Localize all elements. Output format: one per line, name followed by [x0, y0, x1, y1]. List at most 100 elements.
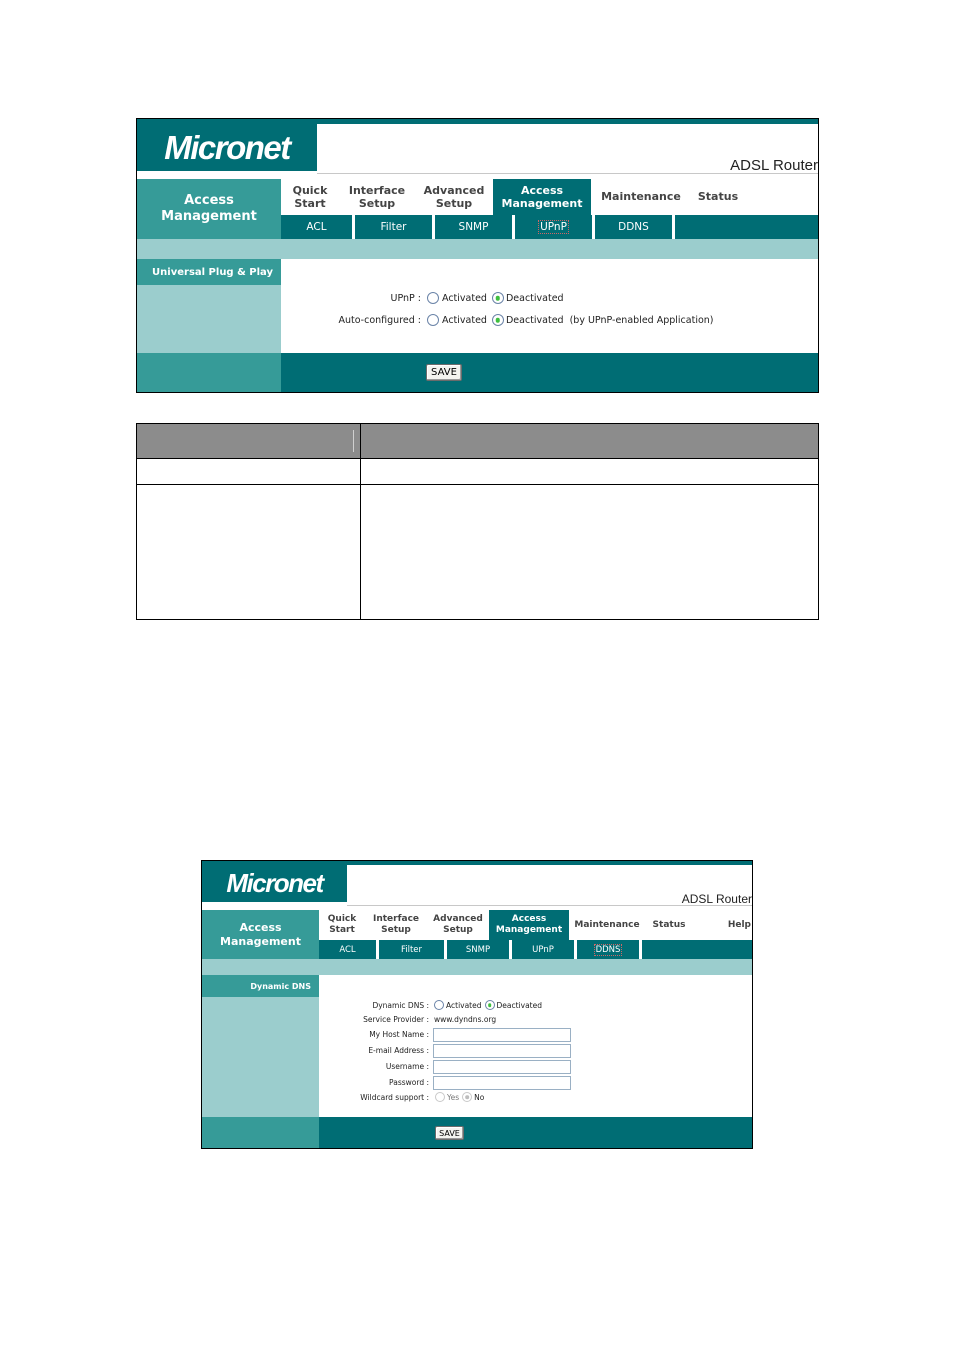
spacer-band — [202, 959, 752, 975]
submenu-upnp[interactable]: UPnP — [515, 215, 595, 239]
header-separator — [353, 430, 354, 452]
upnp-activated-label: Activated — [442, 292, 487, 304]
wildcard-label: Wildcard support : — [360, 1092, 429, 1102]
auto-configured-row: Auto-configured : Activated Deactivated … — [281, 313, 714, 327]
dynamic-dns-row: Dynamic DNS : Activated Deactivated — [319, 999, 542, 1011]
table-row — [136, 484, 819, 620]
menu-maintenance[interactable]: Maintenance — [591, 179, 691, 215]
submenu-snmp[interactable]: SNMP — [435, 215, 515, 239]
table-cell — [136, 458, 361, 485]
host-name-row: My Host Name : — [319, 1027, 571, 1042]
auto-configured-deactivated-label: Deactivated — [505, 314, 564, 326]
micronet-logo: Micronet — [202, 865, 347, 902]
page-label: Universal Plug & Play — [137, 259, 281, 285]
menu-access-management[interactable]: Access Management — [493, 179, 591, 215]
wildcard-yes-label: Yes — [447, 1092, 460, 1102]
auto-configured-label: Auto-configured : — [338, 314, 421, 326]
menu-access-management[interactable]: Access Management — [489, 910, 569, 940]
dynamic-dns-deactivated-radio[interactable] — [484, 1000, 495, 1010]
password-input[interactable] — [433, 1075, 571, 1090]
submenu-filter[interactable]: Filter — [355, 215, 435, 239]
auto-configured-note: (by UPnP-enabled Application) — [569, 314, 714, 326]
left-column — [137, 285, 281, 353]
menu-quick-start[interactable]: Quick Start — [319, 910, 365, 940]
auto-configured-activated-radio[interactable] — [427, 314, 439, 326]
username-row: Username : — [319, 1059, 571, 1074]
wildcard-no-label: No — [474, 1092, 485, 1102]
upnp-label: UPnP : — [390, 292, 422, 304]
service-provider-row: Service Provider : www.dyndns.org — [319, 1013, 496, 1025]
email-row: E-mail Address : — [319, 1043, 571, 1058]
upnp-deactivated-radio[interactable] — [491, 292, 504, 304]
email-label: E-mail Address : — [368, 1046, 429, 1055]
auto-configured-deactivated-radio[interactable] — [491, 314, 504, 326]
service-provider-value: www.dyndns.org — [434, 1014, 497, 1024]
table-cell — [360, 458, 819, 485]
main-menu: Quick Start Interface Setup Advanced Setup … — [319, 910, 751, 940]
table-cell — [136, 484, 361, 620]
table-row — [136, 458, 819, 485]
table-header-cell — [136, 423, 361, 459]
product-name: ADSL Router — [730, 157, 818, 174]
micronet-logo: Micronet — [137, 124, 317, 171]
content-area — [281, 259, 818, 353]
product-name: ADSL Router — [681, 892, 752, 906]
password-row: Password : — [319, 1075, 571, 1090]
left-column — [202, 997, 319, 1117]
upnp-deactivated-label: Deactivated — [505, 292, 564, 304]
upnp-router-panel: Micronet ADSL Router Access Management Qu… — [136, 118, 819, 393]
submenu-snmp[interactable]: SNMP — [447, 940, 512, 959]
menu-help[interactable]: Help — [693, 910, 751, 940]
menu-interface-setup[interactable]: Interface Setup — [339, 179, 415, 215]
main-menu: Quick Start Interface Setup Advanced Setup … — [281, 179, 818, 215]
footer-bar — [281, 353, 818, 392]
footer-left — [137, 353, 281, 392]
submenu-acl[interactable]: ACL — [319, 940, 379, 959]
submenu-filter[interactable]: Filter — [379, 940, 447, 959]
host-name-label: My Host Name : — [369, 1030, 429, 1039]
table-header-cell — [360, 423, 819, 459]
wildcard-no-radio[interactable] — [462, 1092, 473, 1102]
sub-menu: ACL Filter SNMP UPnP DDNS — [319, 940, 752, 959]
menu-advanced-setup[interactable]: Advanced Setup — [415, 179, 493, 215]
spacer-band — [137, 239, 818, 259]
menu-maintenance[interactable]: Maintenance — [569, 910, 645, 940]
save-button[interactable]: SAVE — [426, 364, 462, 381]
wildcard-row: Wildcard support : Yes No — [319, 1091, 484, 1103]
submenu-upnp[interactable]: UPnP — [512, 940, 577, 959]
menu-quick-start[interactable]: Quick Start — [281, 179, 339, 215]
menu-status[interactable]: Status — [645, 910, 693, 940]
wildcard-yes-radio[interactable] — [435, 1092, 445, 1102]
upnp-row: UPnP : Activated Deactivated — [281, 291, 564, 305]
footer-left — [202, 1117, 319, 1148]
menu-advanced-setup[interactable]: Advanced Setup — [427, 910, 489, 940]
table-header-row — [136, 423, 819, 459]
ddns-router-panel: Micronet ADSL Router Access Management Qu… — [201, 860, 753, 1149]
menu-status[interactable]: Status — [691, 179, 745, 215]
dynamic-dns-deactivated-label: Deactivated — [496, 1000, 542, 1010]
upnp-activated-radio[interactable] — [427, 292, 439, 304]
email-input[interactable] — [433, 1043, 571, 1058]
username-input[interactable] — [433, 1059, 571, 1074]
service-provider-label: Service Provider : — [363, 1014, 429, 1024]
submenu-acl[interactable]: ACL — [281, 215, 355, 239]
save-button[interactable]: SAVE — [435, 1126, 464, 1140]
footer-bar — [319, 1117, 752, 1148]
submenu-ddns[interactable]: DDNS — [595, 215, 675, 239]
dynamic-dns-activated-label: Activated — [446, 1000, 482, 1010]
host-name-input[interactable] — [433, 1027, 571, 1042]
menu-help[interactable]: Help — [745, 179, 818, 215]
page-label: Dynamic DNS — [202, 975, 319, 997]
username-label: Username : — [385, 1062, 429, 1071]
password-label: Password : — [389, 1078, 429, 1087]
table-cell — [360, 484, 819, 620]
section-title: Access Management — [137, 179, 281, 239]
menu-interface-setup[interactable]: Interface Setup — [365, 910, 427, 940]
section-title: Access Management — [202, 910, 319, 959]
dynamic-dns-label: Dynamic DNS : — [372, 1000, 429, 1010]
dynamic-dns-activated-radio[interactable] — [434, 1000, 444, 1010]
description-table — [136, 423, 819, 620]
auto-configured-activated-label: Activated — [442, 314, 487, 326]
sub-menu: ACL Filter SNMP UPnP DDNS — [281, 215, 818, 239]
submenu-ddns[interactable]: DDNS — [577, 940, 642, 959]
